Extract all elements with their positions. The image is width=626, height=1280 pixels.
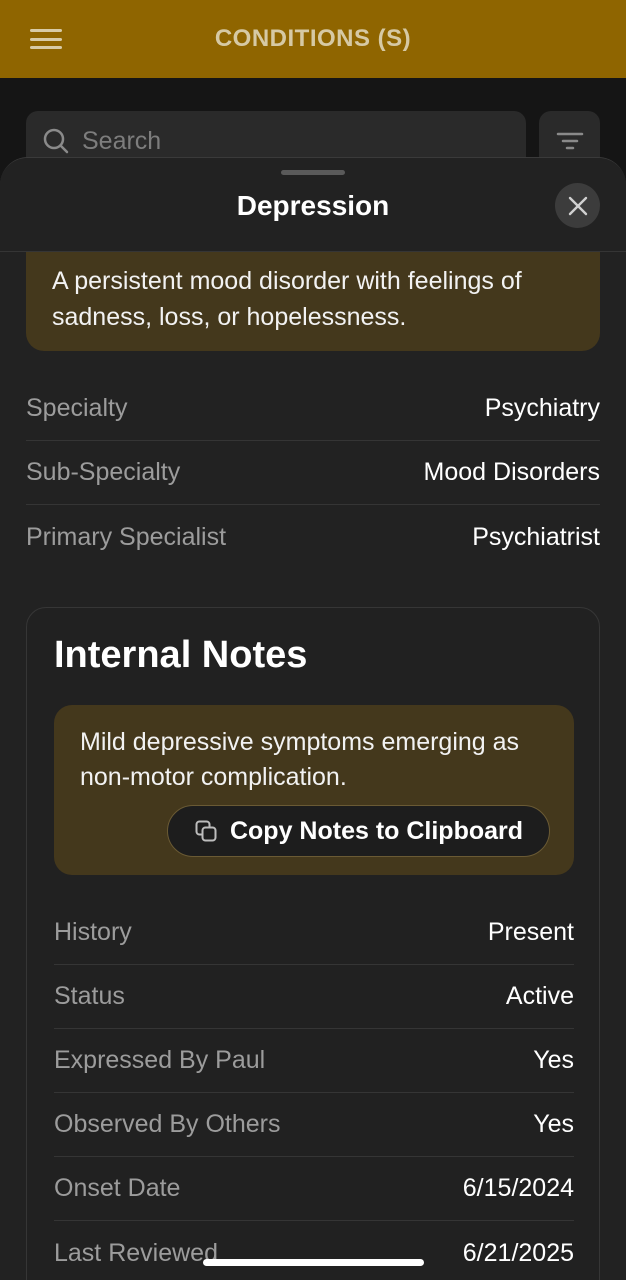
field-value: Active bbox=[505, 982, 574, 1010]
notes-row-last-reviewed: Last Reviewed 6/21/2025 bbox=[54, 1221, 574, 1280]
field-label: Observed By Others bbox=[54, 1110, 281, 1138]
search-input[interactable] bbox=[82, 126, 462, 156]
close-button[interactable] bbox=[555, 183, 600, 228]
close-icon bbox=[568, 196, 587, 215]
notes-fields-list: History Present Status Active Expressed … bbox=[54, 901, 574, 1280]
internal-notes-card: Internal Notes Mild depressive symptoms … bbox=[26, 607, 600, 1280]
detail-value: Mood Disorders bbox=[423, 458, 600, 486]
detail-row-specialty: Specialty Psychiatry bbox=[26, 377, 600, 441]
app-screen: CONDITIONS (S) ALL CONDITIONS A persiste… bbox=[0, 0, 626, 1280]
field-label: Expressed By Paul bbox=[54, 1046, 266, 1074]
sheet-drag-handle[interactable] bbox=[281, 170, 345, 175]
notes-box: Mild depressive symptoms emerging as non… bbox=[54, 705, 574, 875]
notes-row-status: Status Active bbox=[54, 965, 574, 1029]
condition-description: A persistent mood disorder with feelings… bbox=[26, 243, 600, 351]
notes-row-onset-date: Onset Date 6/15/2024 bbox=[54, 1157, 574, 1221]
field-value: 6/15/2024 bbox=[462, 1174, 574, 1202]
field-value: 6/21/2025 bbox=[462, 1238, 574, 1267]
field-label: Last Reviewed bbox=[54, 1238, 218, 1267]
notes-row-history: History Present bbox=[54, 901, 574, 965]
detail-label: Primary Specialist bbox=[26, 522, 227, 551]
notes-text: Mild depressive symptoms emerging as non… bbox=[80, 728, 520, 791]
detail-label: Specialty bbox=[26, 394, 128, 422]
header-title: CONDITIONS (S) bbox=[214, 25, 412, 52]
field-value: Yes bbox=[533, 1110, 574, 1138]
hamburger-menu-icon[interactable] bbox=[30, 26, 62, 52]
condition-detail-sheet: A persistent mood disorder with feelings… bbox=[0, 157, 626, 1280]
notes-row-observed: Observed By Others Yes bbox=[54, 1093, 574, 1157]
detail-value: Psychiatry bbox=[484, 394, 600, 422]
field-value: Yes bbox=[533, 1046, 574, 1074]
detail-label: Sub-Specialty bbox=[26, 458, 181, 486]
home-indicator[interactable] bbox=[203, 1259, 424, 1266]
condition-details-list: Specialty Psychiatry Sub-Specialty Mood … bbox=[26, 377, 600, 569]
detail-row-sub-specialty: Sub-Specialty Mood Disorders bbox=[26, 441, 600, 505]
field-label: Status bbox=[54, 982, 125, 1010]
search-icon bbox=[43, 128, 69, 154]
top-header: CONDITIONS (S) bbox=[0, 0, 626, 78]
sheet-title: Depression bbox=[236, 189, 390, 221]
detail-row-primary-specialist: Primary Specialist Psychiatrist bbox=[26, 505, 600, 569]
notes-row-expressed: Expressed By Paul Yes bbox=[54, 1029, 574, 1093]
copy-notes-button[interactable]: Copy Notes to Clipboard bbox=[167, 805, 550, 857]
field-value: Present bbox=[487, 918, 574, 946]
copy-icon bbox=[195, 820, 217, 842]
notes-title: Internal Notes bbox=[54, 634, 308, 676]
sheet-header: Depression bbox=[0, 158, 626, 252]
field-label: Onset Date bbox=[54, 1174, 181, 1202]
detail-value: Psychiatrist bbox=[472, 522, 600, 551]
filter-icon bbox=[556, 132, 583, 150]
copy-notes-label: Copy Notes to Clipboard bbox=[229, 816, 524, 845]
field-label: History bbox=[54, 918, 132, 946]
